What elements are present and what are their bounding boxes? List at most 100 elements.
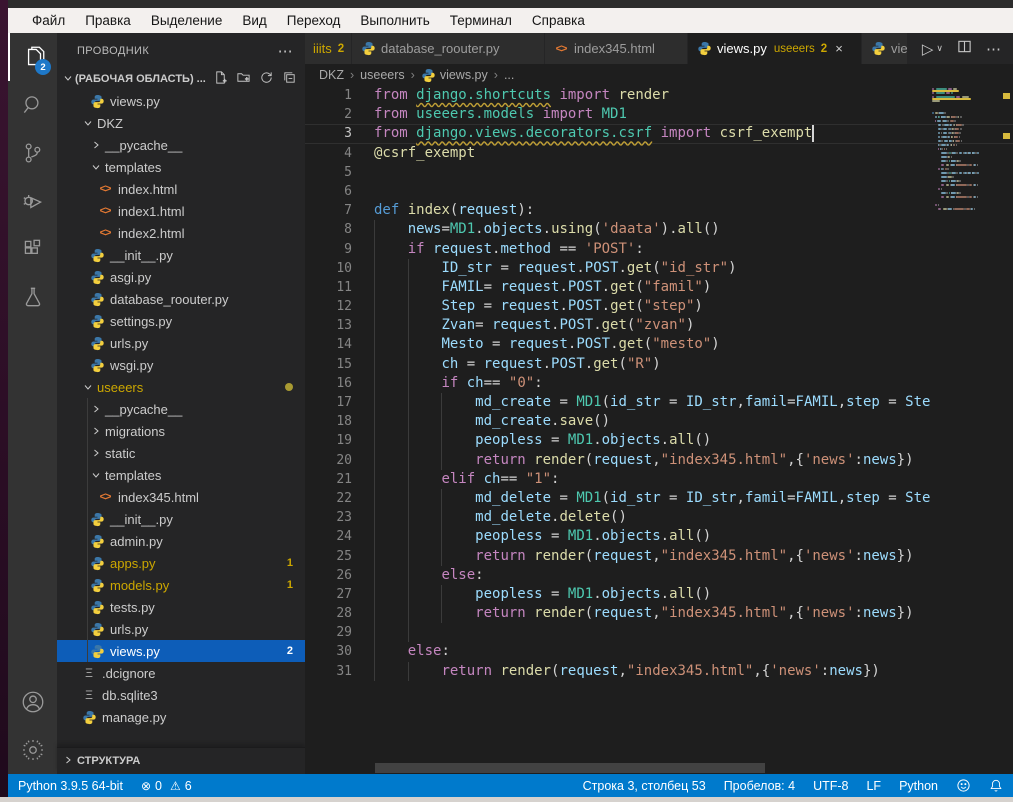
line-number[interactable]: 16 bbox=[305, 374, 352, 393]
tree-item-database_roouter.py[interactable]: database_roouter.py bbox=[57, 288, 305, 310]
explorer-icon[interactable]: 2 bbox=[8, 33, 57, 81]
tab-database_roouter.py[interactable]: database_roouter.py bbox=[352, 33, 545, 64]
horizontal-scrollbar[interactable] bbox=[375, 763, 765, 773]
line-number[interactable]: 8 bbox=[305, 220, 352, 239]
line-number[interactable]: 22 bbox=[305, 489, 352, 508]
close-tab-icon[interactable]: × bbox=[835, 41, 843, 56]
tree-item-settings.py[interactable]: settings.py bbox=[57, 310, 305, 332]
line-number[interactable]: 18 bbox=[305, 412, 352, 431]
encoding-status[interactable]: UTF-8 bbox=[813, 779, 848, 793]
line-number[interactable]: 27 bbox=[305, 585, 352, 604]
tree-item-index.html[interactable]: <>index.html bbox=[57, 178, 305, 200]
line-number[interactable]: 31 bbox=[305, 662, 352, 681]
testing-icon[interactable] bbox=[8, 273, 57, 321]
menu-item-Справка[interactable]: Справка bbox=[522, 13, 595, 28]
breadcrumb-item-DKZ[interactable]: DKZ bbox=[319, 68, 344, 82]
code-editor[interactable]: 1from django.shortcuts import render2fro… bbox=[305, 86, 1013, 774]
tab-views.py[interactable]: views.pyuseeers2× bbox=[688, 33, 862, 64]
new-folder-icon[interactable] bbox=[236, 70, 251, 88]
tree-item-__pycache__[interactable]: __pycache__ bbox=[57, 134, 305, 156]
tree-item-db.sqlite3[interactable]: Ξdb.sqlite3 bbox=[57, 684, 305, 706]
breadcrumb-item-useeers[interactable]: useeers bbox=[360, 68, 404, 82]
tree-item-migrations[interactable]: migrations bbox=[57, 420, 305, 442]
line-number[interactable]: 4 bbox=[305, 144, 352, 163]
run-python-file-button[interactable]: ▷∨ bbox=[922, 40, 943, 58]
tree-item-tests.py[interactable]: tests.py bbox=[57, 596, 305, 618]
notifications-bell-icon[interactable] bbox=[989, 778, 1003, 793]
code-line-22[interactable]: 22 md_delete = MD1(id_str = ID_str,famil… bbox=[305, 489, 1013, 508]
language-mode-status[interactable]: Python bbox=[899, 779, 938, 793]
line-number[interactable]: 12 bbox=[305, 297, 352, 316]
line-number[interactable]: 20 bbox=[305, 451, 352, 470]
feedback-icon[interactable] bbox=[956, 778, 971, 793]
tab-vie[interactable]: vie bbox=[862, 33, 908, 64]
refresh-icon[interactable] bbox=[259, 70, 274, 88]
code-line-26[interactable]: 26 else: bbox=[305, 566, 1013, 585]
code-line-6[interactable]: 6 bbox=[305, 182, 1013, 201]
explorer-more-actions-icon[interactable]: ⋯ bbox=[278, 42, 293, 60]
code-line-30[interactable]: 30 else: bbox=[305, 642, 1013, 661]
code-line-28[interactable]: 28 return render(request,"index345.html"… bbox=[305, 604, 1013, 623]
code-line-1[interactable]: 1from django.shortcuts import render bbox=[305, 86, 1013, 105]
code-line-16[interactable]: 16 if ch== "0": bbox=[305, 374, 1013, 393]
code-line-12[interactable]: 12 Step = request.POST.get("step") bbox=[305, 297, 1013, 316]
collapse-all-icon[interactable] bbox=[282, 70, 297, 88]
line-number[interactable]: 10 bbox=[305, 259, 352, 278]
more-actions-icon[interactable]: ⋯ bbox=[986, 40, 1001, 58]
tree-item-useeers[interactable]: useeers bbox=[57, 376, 305, 398]
tree-item-views.py[interactable]: views.py bbox=[57, 90, 305, 112]
line-number[interactable]: 6 bbox=[305, 182, 352, 201]
settings-gear-icon[interactable] bbox=[8, 726, 57, 774]
line-number[interactable]: 19 bbox=[305, 431, 352, 450]
search-icon[interactable] bbox=[8, 81, 57, 129]
code-line-13[interactable]: 13 Zvan= request.POST.get("zvan") bbox=[305, 316, 1013, 335]
code-line-11[interactable]: 11 FAMIL= request.POST.get("famil") bbox=[305, 278, 1013, 297]
menu-item-Выделение[interactable]: Выделение bbox=[141, 13, 233, 28]
line-number[interactable]: 11 bbox=[305, 278, 352, 297]
line-number[interactable]: 3 bbox=[305, 124, 352, 143]
code-line-25[interactable]: 25 return render(request,"index345.html"… bbox=[305, 547, 1013, 566]
menu-item-Переход[interactable]: Переход bbox=[277, 13, 351, 28]
source-control-icon[interactable] bbox=[8, 129, 57, 177]
breadcrumb-item-...[interactable]: ... bbox=[504, 68, 514, 82]
python-version-status[interactable]: Python 3.9.5 64-bit bbox=[18, 779, 123, 793]
tree-item-apps.py[interactable]: apps.py1 bbox=[57, 552, 305, 574]
code-line-24[interactable]: 24 peopless = MD1.objects.all() bbox=[305, 527, 1013, 546]
tree-item-admin.py[interactable]: admin.py bbox=[57, 530, 305, 552]
line-number[interactable]: 17 bbox=[305, 393, 352, 412]
code-line-14[interactable]: 14 Mesto = request.POST.get("mesto") bbox=[305, 335, 1013, 354]
code-line-17[interactable]: 17 md_create = MD1(id_str = ID_str,famil… bbox=[305, 393, 1013, 412]
workspace-section-header[interactable]: (РАБОЧАЯ ОБЛАСТЬ) ... bbox=[57, 68, 305, 90]
tree-item-static[interactable]: static bbox=[57, 442, 305, 464]
code-line-9[interactable]: 9 if request.method == 'POST': bbox=[305, 240, 1013, 259]
run-debug-icon[interactable] bbox=[8, 177, 57, 225]
tree-item-__init__.py[interactable]: __init__.py bbox=[57, 244, 305, 266]
line-number[interactable]: 30 bbox=[305, 642, 352, 661]
line-number[interactable]: 26 bbox=[305, 566, 352, 585]
tree-item-urls.py[interactable]: urls.py bbox=[57, 332, 305, 354]
cursor-position-status[interactable]: Строка 3, столбец 53 bbox=[583, 779, 706, 793]
tree-item-views.py[interactable]: views.py2 bbox=[57, 640, 305, 662]
split-editor-icon[interactable] bbox=[957, 39, 972, 59]
run-dropdown-icon[interactable]: ∨ bbox=[936, 43, 943, 54]
code-line-20[interactable]: 20 return render(request,"index345.html"… bbox=[305, 451, 1013, 470]
code-line-15[interactable]: 15 ch = request.POST.get("R") bbox=[305, 355, 1013, 374]
code-line-2[interactable]: 2from useeers.models import MD1 bbox=[305, 105, 1013, 124]
tree-item-models.py[interactable]: models.py1 bbox=[57, 574, 305, 596]
tree-item-wsgi.py[interactable]: wsgi.py bbox=[57, 354, 305, 376]
tree-item-index345.html[interactable]: <>index345.html bbox=[57, 486, 305, 508]
line-number[interactable]: 2 bbox=[305, 105, 352, 124]
tab-index345.html[interactable]: <>index345.html bbox=[545, 33, 688, 64]
indentation-status[interactable]: Пробелов: 4 bbox=[724, 779, 795, 793]
tree-item-urls.py[interactable]: urls.py bbox=[57, 618, 305, 640]
line-number[interactable]: 29 bbox=[305, 623, 352, 642]
code-line-18[interactable]: 18 md_create.save() bbox=[305, 412, 1013, 431]
tree-item-index1.html[interactable]: <>index1.html bbox=[57, 200, 305, 222]
line-number[interactable]: 7 bbox=[305, 201, 352, 220]
tree-item-asgi.py[interactable]: asgi.py bbox=[57, 266, 305, 288]
line-number[interactable]: 5 bbox=[305, 163, 352, 182]
tree-item-__pycache__[interactable]: __pycache__ bbox=[57, 398, 305, 420]
line-number[interactable]: 21 bbox=[305, 470, 352, 489]
tree-item-templates[interactable]: templates bbox=[57, 464, 305, 486]
line-number[interactable]: 13 bbox=[305, 316, 352, 335]
